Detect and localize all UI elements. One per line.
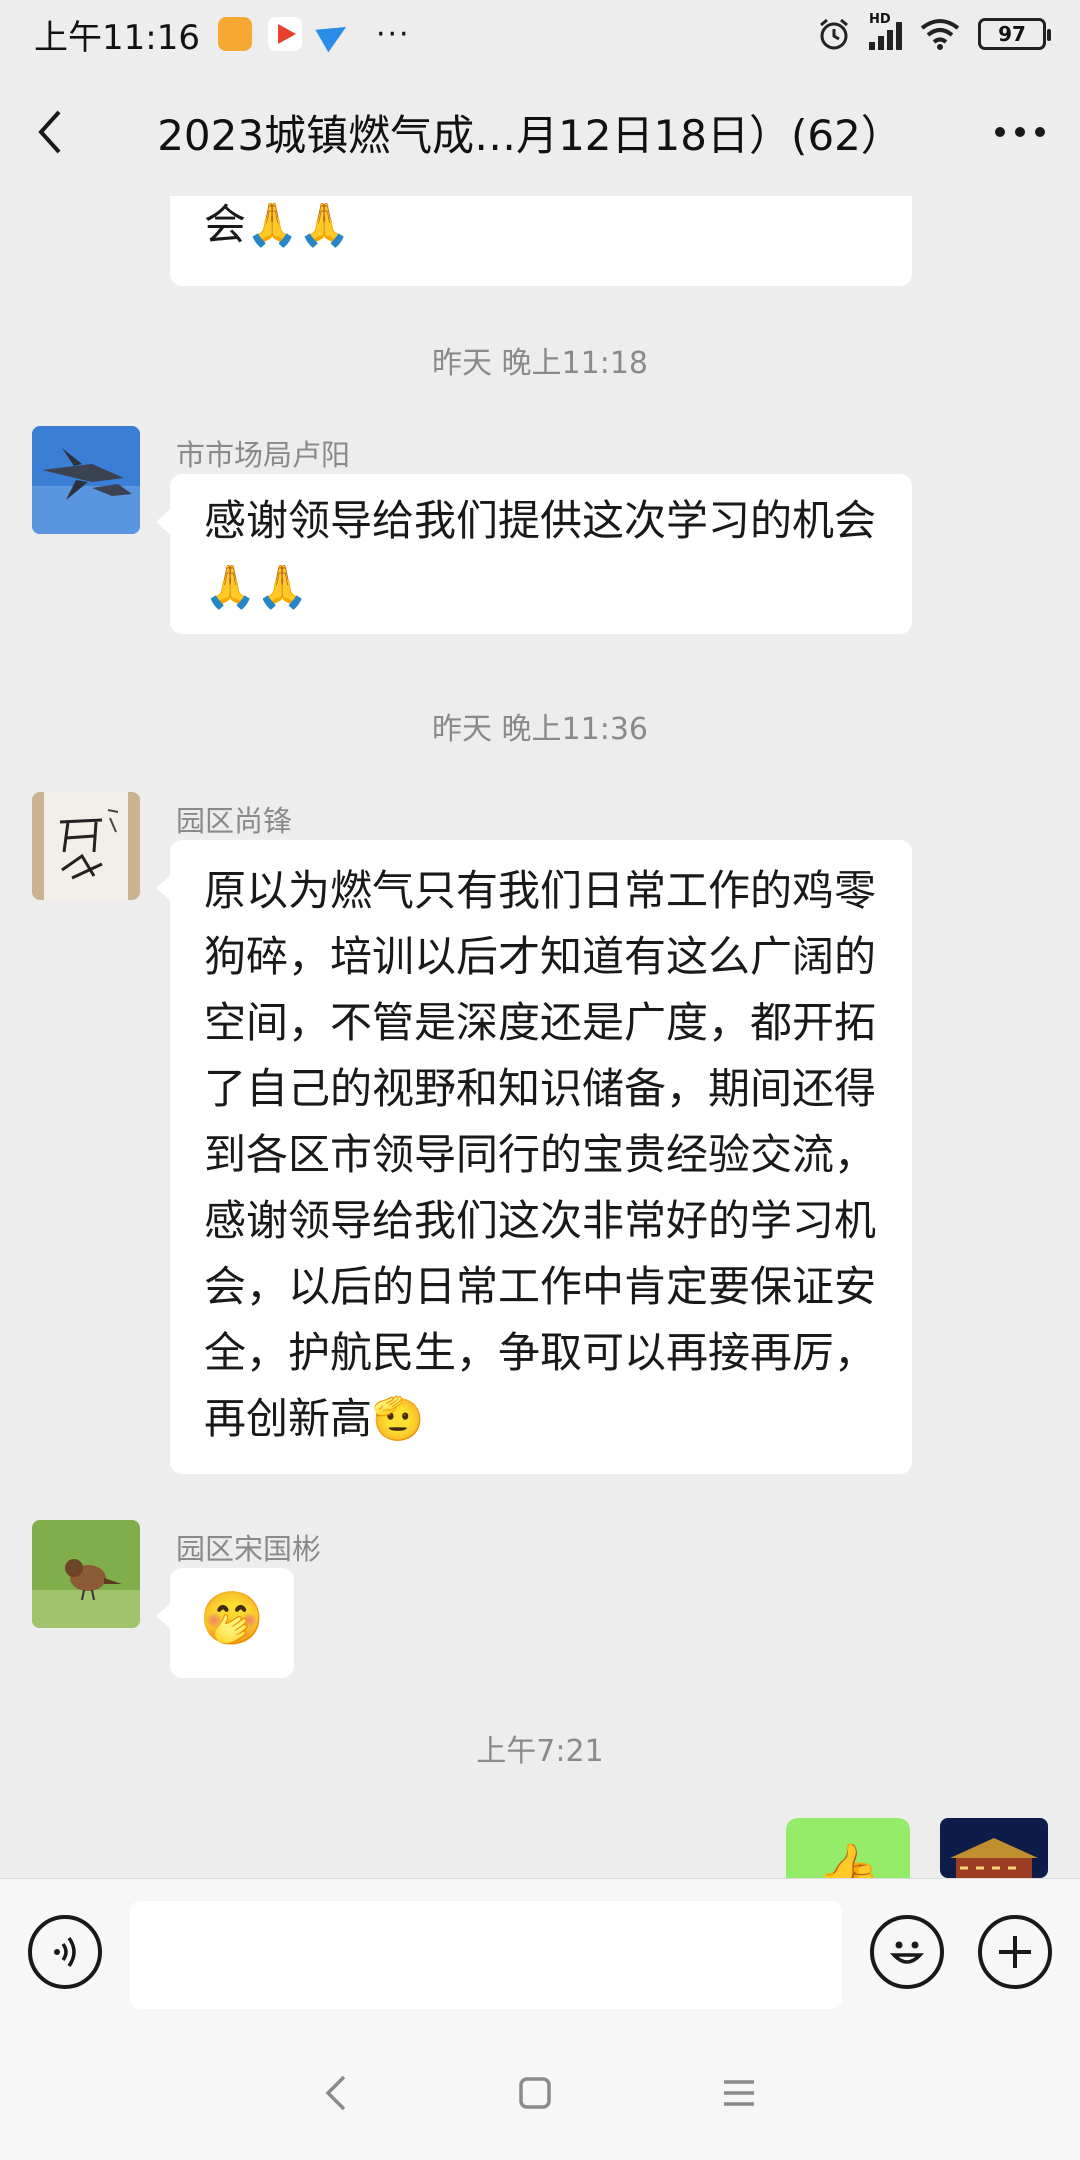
nav-back-icon (325, 2075, 346, 2111)
status-bar: 上午11:16 ··· HD 97 (0, 0, 1080, 68)
message-bubble[interactable]: 🤭 (156, 1568, 294, 1678)
message-input[interactable] (130, 1901, 842, 2009)
avatar[interactable] (32, 792, 140, 900)
more-options-button[interactable] (960, 68, 1080, 196)
status-time: 上午11:16 (34, 17, 200, 58)
notification-more-dots: ··· (375, 16, 411, 52)
building-avatar-image (940, 1818, 1048, 1878)
sender-name: 市市场局卢阳 (176, 438, 351, 472)
timestamp: 上午7:21 (476, 1734, 604, 1769)
timestamp: 昨天 晚上11:36 (432, 712, 648, 747)
jet-avatar-image (32, 426, 140, 534)
chat-header: 2023城镇燃气成…月12日18日）(62） (0, 68, 1080, 196)
message-text: 👍 (815, 1841, 881, 1878)
input-bar (0, 1878, 1080, 2030)
signal-icon: HD (869, 12, 902, 50)
message-list[interactable]: 会🙏🙏 昨天 晚上11:18 市市场局卢阳 感谢领导给我们提供这次学习的机会🙏🙏… (0, 196, 1080, 1878)
chevron-left-icon (38, 110, 61, 154)
emoji-icon (889, 1941, 925, 1964)
emoji-button[interactable] (870, 1915, 944, 1989)
nav-back-button[interactable] (324, 2073, 348, 2117)
self-message-bubble[interactable]: 👍 (786, 1818, 910, 1878)
voice-button[interactable] (28, 1915, 102, 1989)
message-bubble[interactable]: 感谢领导给我们提供这次学习的机会🙏🙏 (156, 474, 912, 634)
alarm-icon (820, 18, 848, 50)
nav-menu-icon (724, 2080, 754, 2106)
avatar[interactable] (32, 426, 140, 534)
battery-indicator: 97 (978, 18, 1051, 50)
network-type-label: HD (869, 12, 891, 27)
nav-menu-button[interactable] (722, 2078, 756, 2112)
sender-name: 园区宋国彬 (176, 1532, 322, 1566)
timestamp: 昨天 晚上11:18 (432, 346, 648, 381)
calligraphy-avatar-image (32, 792, 140, 900)
nav-home-icon (519, 2077, 551, 2109)
message-text: 原以为燃气只有我们日常工作的鸡零狗碎，培训以后才知道有这么广阔的空间，不管是深度… (204, 866, 877, 1443)
message-text: 🤭 (199, 1589, 265, 1649)
chat-title: 2023城镇燃气成…月12日18日）(62） (157, 110, 903, 160)
message-bubble[interactable]: 原以为燃气只有我们日常工作的鸡零狗碎，培训以后才知道有这么广阔的空间，不管是深度… (156, 840, 912, 1474)
more-horizontal-icon (995, 127, 1045, 137)
plus-icon (999, 1936, 1031, 1968)
plus-button[interactable] (978, 1915, 1052, 1989)
system-nav-bar (0, 2030, 1080, 2160)
self-avatar[interactable] (940, 1818, 1048, 1878)
message-text: 会🙏🙏 (204, 200, 351, 249)
avatar[interactable] (32, 1520, 140, 1628)
sender-name: 园区尚锋 (176, 804, 293, 838)
wifi-icon (920, 19, 960, 50)
back-button[interactable] (0, 68, 100, 196)
bird-avatar-image (32, 1520, 140, 1628)
notification-play-icon (267, 17, 302, 51)
voice-icon (54, 1936, 76, 1968)
notification-app-icon (217, 17, 252, 51)
nav-home-button[interactable] (518, 2076, 552, 2114)
notification-send-icon (318, 17, 352, 51)
message-text: 感谢领导给我们提供这次学习的机会🙏🙏 (204, 496, 877, 611)
message-bubble[interactable]: 会🙏🙏 (170, 196, 912, 286)
